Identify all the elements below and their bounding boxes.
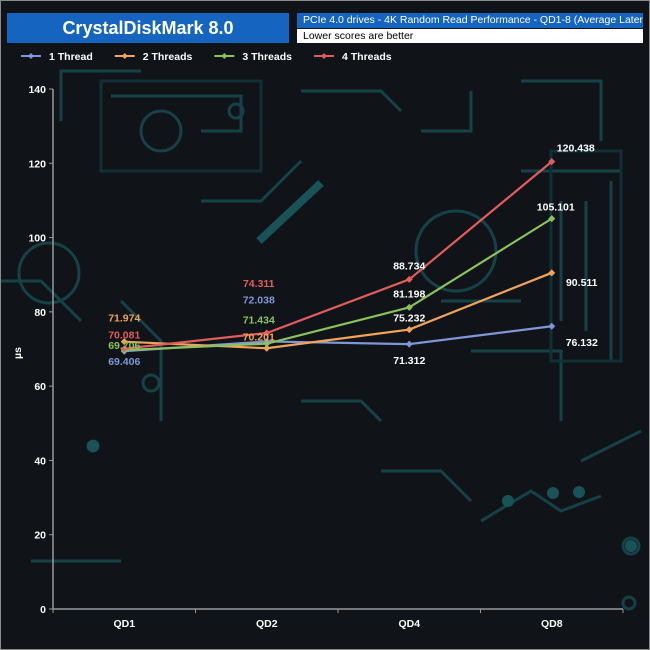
y-tick-label: 120: [28, 158, 46, 170]
circuit-trace: [301, 89, 403, 113]
data-point: [548, 322, 556, 330]
series-line: [124, 160, 553, 350]
circuit-node: [502, 495, 514, 507]
circuit-node: [573, 486, 585, 498]
data-label: 69.706: [108, 340, 140, 352]
app-title: CrystalDiskMark 8.0: [7, 13, 289, 43]
y-tick-label: 40: [34, 455, 46, 467]
legend-marker: [320, 53, 327, 59]
y-tick-label: 80: [34, 307, 46, 319]
data-label: 81.198: [393, 288, 425, 300]
legend-label: 4 Threads: [342, 51, 392, 63]
data-label: 71.434: [243, 315, 275, 327]
data-label: 71.974: [108, 313, 140, 325]
circuit-trace: [580, 429, 642, 463]
data-label: 90.511: [566, 277, 598, 289]
data-point: [405, 340, 413, 348]
x-tick-label: QD4: [398, 618, 420, 630]
data-label: 70.081: [108, 330, 140, 342]
latency-line-chart: 0 20 40 60 80 100 120 140 µs QD1 QD2 QD4 QD8 1 Thread…: [1, 51, 642, 630]
legend-label: 2 Threads: [143, 51, 193, 63]
data-label: 120.438: [557, 143, 595, 155]
y-tick-label: 140: [28, 84, 46, 96]
data-label: 71.312: [393, 355, 425, 367]
y-tick-label: 0: [40, 604, 46, 616]
legend-marker: [121, 53, 128, 59]
series-line: [124, 271, 553, 350]
data-label: 88.734: [393, 260, 425, 272]
data-label: 76.132: [566, 337, 598, 349]
y-tick-label: 20: [34, 530, 46, 542]
x-tick-label: QD8: [541, 618, 563, 630]
circuit-pad: [17, 241, 81, 305]
circuit-node: [87, 440, 99, 452]
y-tick-label: 60: [34, 381, 46, 393]
legend-marker: [221, 53, 228, 59]
circuit-trace: [201, 159, 303, 203]
chart-frame: 0 20 40 60 80 100 120 140 µs QD1 QD2 QD4 QD8 1 Thread…: [0, 0, 650, 650]
legend-marker: [28, 53, 34, 59]
circuit-node: [547, 487, 559, 499]
circuit-trace: [381, 469, 473, 503]
data-point: [548, 269, 556, 277]
circuit-pad: [139, 109, 183, 153]
circuit-background: [1, 69, 642, 611]
circuit-trace: [521, 79, 603, 141]
series-line: [124, 217, 553, 352]
y-tick-label: 100: [28, 233, 46, 245]
data-label: 75.232: [393, 313, 425, 325]
circuit-pad: [621, 595, 637, 611]
chart-subtitle: PCIe 4.0 drives - 4K Random Read Perform…: [297, 13, 643, 28]
circuit-trace: [471, 349, 563, 421]
data-label: 105.101: [537, 202, 575, 214]
data-label: 70.201: [243, 331, 275, 343]
data-label: 72.038: [243, 294, 275, 306]
x-tick-label: QD2: [256, 618, 278, 630]
circuit-trace: [111, 94, 243, 133]
legend-label: 1 Thread: [49, 51, 93, 63]
y-axis-label: µs: [12, 347, 24, 359]
legend-label: 3 Threads: [242, 51, 292, 63]
circuit-node: [625, 540, 637, 552]
chart-note: Lower scores are better: [297, 29, 643, 43]
data-label: 74.311: [243, 278, 275, 290]
circuit-trace: [301, 399, 383, 423]
circuit-pad: [141, 373, 161, 393]
x-tick-label: QD1: [113, 618, 135, 630]
data-point: [405, 326, 413, 334]
data-label: 69.406: [108, 356, 140, 368]
circuit-trace: [421, 91, 473, 133]
